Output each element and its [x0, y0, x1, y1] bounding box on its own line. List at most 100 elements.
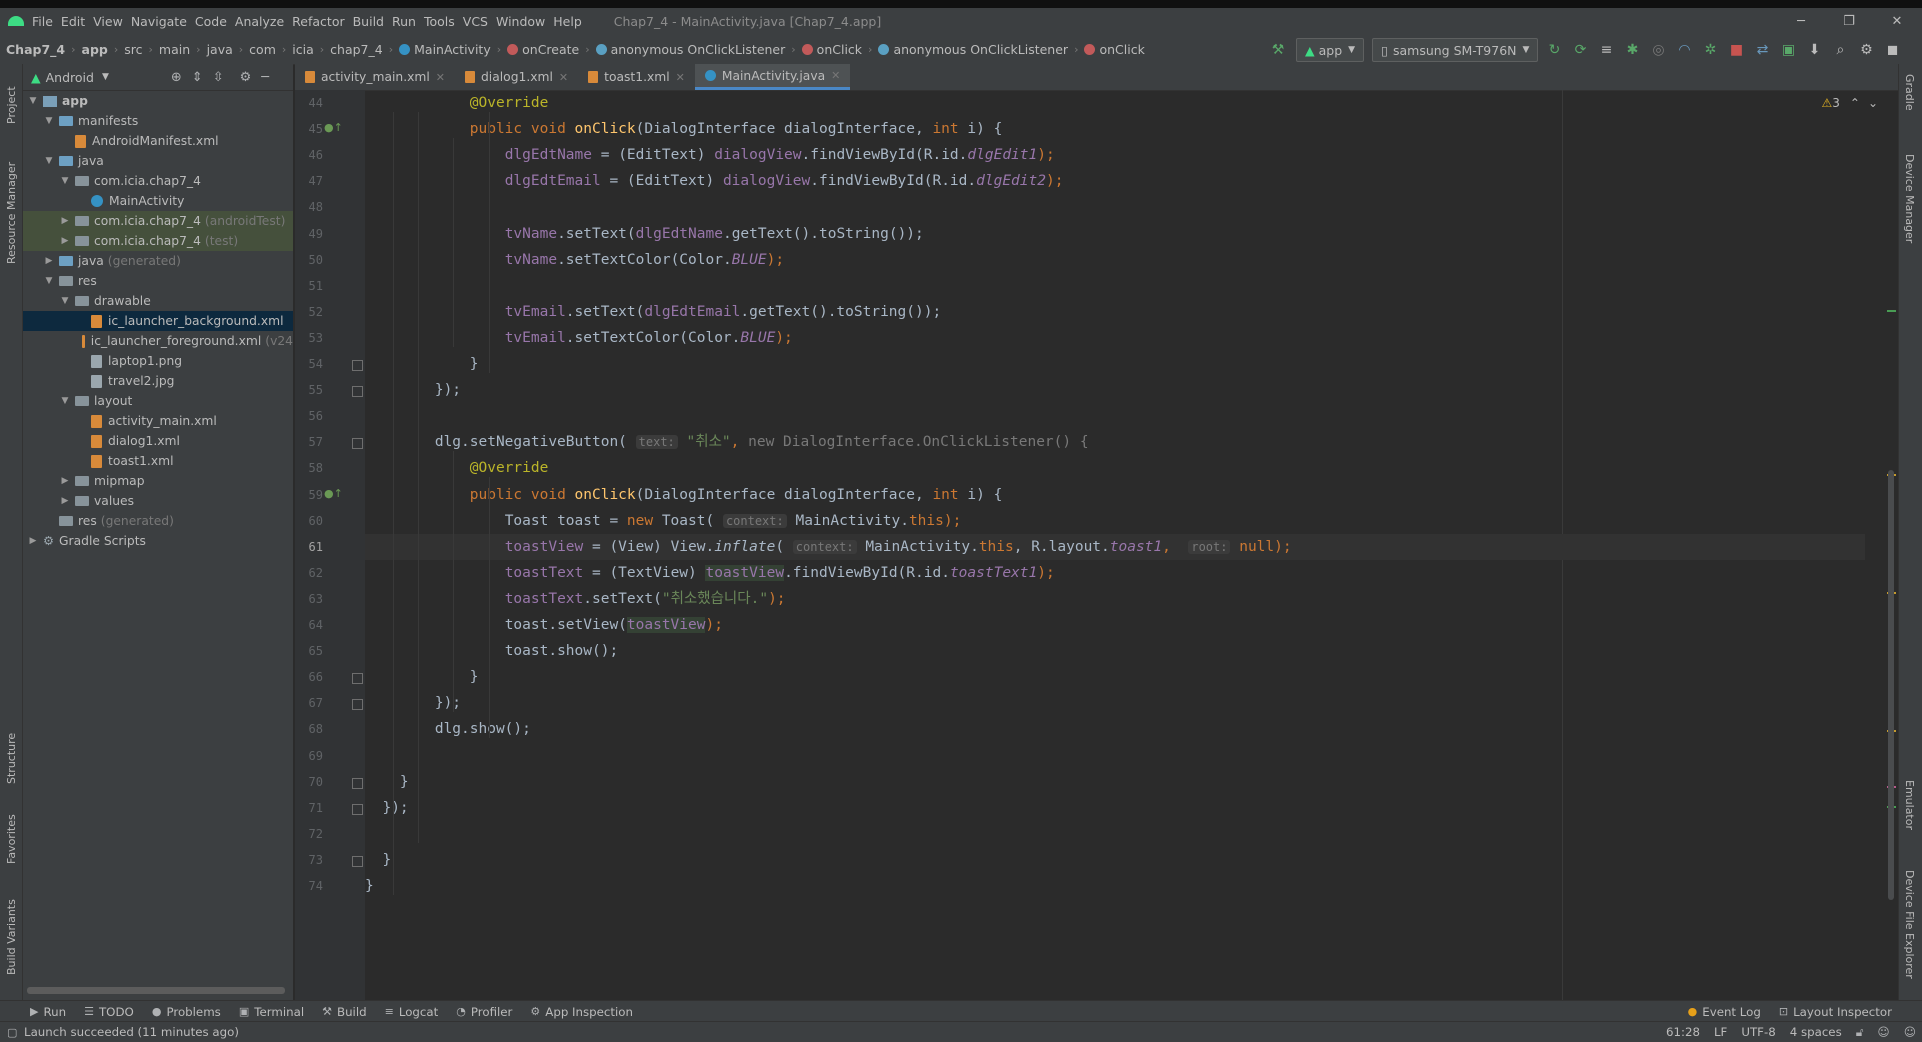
menu-view[interactable]: View — [93, 14, 123, 29]
breadcrumb-item[interactable]: icia › — [292, 42, 324, 57]
tool-window-logcat[interactable]: ≡ Logcat — [385, 1005, 439, 1019]
tree-item[interactable]: AndroidManifest.xml — [23, 131, 293, 151]
chevron-down-icon[interactable]: ▼ — [59, 296, 71, 306]
search-icon[interactable]: ⌕ — [1830, 40, 1850, 60]
breadcrumb-item[interactable]: onClick — [1084, 42, 1145, 57]
project-view-select[interactable]: ▲ Android ▼ — [31, 70, 109, 85]
close-tab-icon[interactable]: ✕ — [436, 71, 445, 84]
sync-gradle-icon[interactable]: ⇄ — [1752, 40, 1772, 60]
tool-window-app-inspection[interactable]: ⚙ App Inspection — [530, 1005, 633, 1019]
fold-marker-icon[interactable] — [352, 386, 363, 398]
apply-changes-icon[interactable]: ↻ — [1544, 40, 1564, 60]
attach-debugger-icon[interactable]: ◠ — [1674, 40, 1694, 60]
menu-refactor[interactable]: Refactor — [292, 14, 344, 29]
chevron-right-icon[interactable]: ▶ — [59, 476, 71, 486]
tree-item[interactable]: ▼ com.icia.chap7_4 — [23, 171, 293, 191]
tab-favorites[interactable]: Favorites — [0, 804, 22, 864]
tree-item[interactable]: ic_launcher_foreground.xml (v24 — [23, 331, 293, 351]
tree-item[interactable]: ▶ values — [23, 491, 293, 511]
chevron-right-icon[interactable]: ▶ — [59, 236, 71, 246]
tool-window-problems[interactable]: ● Problems — [152, 1005, 221, 1019]
collapse-all-icon[interactable]: ⇳ — [213, 70, 224, 85]
user-icon[interactable]: ◼ — [1882, 40, 1902, 60]
close-window-button[interactable]: ✕ — [1874, 8, 1920, 34]
status-message[interactable]: Launch succeeded (11 minutes ago) — [24, 1025, 239, 1039]
chevron-down-icon[interactable]: ▼ — [43, 116, 55, 126]
menu-window[interactable]: Window — [496, 14, 545, 29]
fold-marker-icon[interactable] — [352, 438, 363, 450]
tree-item[interactable]: travel2.jpg — [23, 371, 293, 391]
menu-vcs[interactable]: VCS — [463, 14, 488, 29]
device-select[interactable]: ▯ samsung SM-T976N ▼ — [1372, 38, 1539, 62]
override-marker-icon[interactable]: ●↑ — [324, 487, 343, 500]
menu-navigate[interactable]: Navigate — [131, 14, 187, 29]
tree-item[interactable]: ic_launcher_background.xml — [23, 311, 293, 331]
run-tasks-icon[interactable]: ≡ — [1596, 40, 1616, 60]
breadcrumb-item[interactable]: Chap7_4 › — [6, 42, 76, 57]
inspection-widget[interactable]: ⚠3 ⌃ ⌄ — [1821, 96, 1878, 110]
lock-icon[interactable]: 🔓︎ — [1856, 1025, 1864, 1040]
tab-structure[interactable]: Structure — [0, 724, 22, 784]
chevron-down-icon[interactable]: ▼ — [43, 276, 55, 286]
breadcrumb-item[interactable]: java › — [207, 42, 244, 57]
breadcrumb-item[interactable]: anonymous OnClickListener › — [878, 42, 1078, 57]
chevron-down-icon[interactable]: ▼ — [59, 176, 71, 186]
tool-window-todo[interactable]: ☰ TODO — [84, 1005, 134, 1019]
previous-highlight-icon[interactable]: ⌃ — [1850, 96, 1860, 110]
notifications-icon[interactable]: ☺ — [1904, 1025, 1916, 1039]
next-highlight-icon[interactable]: ⌄ — [1868, 96, 1878, 110]
hammer-build-icon[interactable]: ⚒ — [1268, 40, 1288, 60]
close-tab-icon[interactable]: ✕ — [559, 71, 568, 84]
tree-item[interactable]: activity_main.xml — [23, 411, 293, 431]
line-separator[interactable]: LF — [1714, 1025, 1727, 1039]
override-marker-icon[interactable]: ●↑ — [324, 121, 343, 134]
hide-icon[interactable]: ─ — [261, 70, 269, 85]
tree-item[interactable]: ▼ drawable — [23, 291, 293, 311]
tree-item[interactable]: ▼ res — [23, 271, 293, 291]
menu-file[interactable]: File — [32, 14, 53, 29]
tree-item[interactable]: ▼ app — [23, 91, 293, 111]
menu-help[interactable]: Help — [553, 14, 582, 29]
memory-indicator-icon[interactable]: ☺ — [1877, 1025, 1889, 1039]
tree-item[interactable]: ▶ com.icia.chap7_4 (androidTest) — [23, 211, 293, 231]
tree-item[interactable]: ▶ java (generated) — [23, 251, 293, 271]
tab-project[interactable]: Project — [0, 72, 22, 132]
breadcrumb-item[interactable]: onClick › — [801, 42, 872, 57]
editor-tab[interactable]: MainActivity.java ✕ — [694, 64, 851, 90]
menu-edit[interactable]: Edit — [61, 14, 85, 29]
breadcrumb-item[interactable]: onCreate › — [507, 42, 590, 57]
menu-analyze[interactable]: Analyze — [235, 14, 284, 29]
menu-build[interactable]: Build — [353, 14, 384, 29]
locate-icon[interactable]: ⊕ — [171, 70, 182, 85]
chevron-right-icon[interactable]: ▶ — [27, 536, 39, 546]
fold-marker-icon[interactable] — [352, 803, 363, 815]
tab-resource-manager[interactable]: Resource Manager — [0, 154, 22, 264]
restore-button[interactable]: ❐ — [1826, 8, 1872, 34]
status-toggle-icon[interactable]: ▢ — [7, 1026, 17, 1039]
close-tab-icon[interactable]: ✕ — [676, 71, 685, 84]
tree-item[interactable]: res (generated) — [23, 511, 293, 531]
menu-run[interactable]: Run — [392, 14, 416, 29]
tree-item[interactable]: MainActivity — [23, 191, 293, 211]
horizontal-scrollbar[interactable] — [27, 987, 285, 994]
tool-window-run[interactable]: ▶ Run — [30, 1005, 66, 1019]
tree-item[interactable]: ▶ com.icia.chap7_4 (test) — [23, 231, 293, 251]
tab-build-variants[interactable]: Build Variants — [0, 890, 22, 975]
debug-icon[interactable]: ✱ — [1622, 40, 1642, 60]
tree-item[interactable]: ▼ java — [23, 151, 293, 171]
tree-item[interactable]: ▼ manifests — [23, 111, 293, 131]
file-encoding[interactable]: UTF-8 — [1741, 1025, 1775, 1039]
breadcrumb-item[interactable]: src › — [124, 42, 153, 57]
chevron-right-icon[interactable]: ▶ — [43, 256, 55, 266]
chevron-right-icon[interactable]: ▶ — [59, 496, 71, 506]
apply-code-changes-icon[interactable]: ⟳ — [1570, 40, 1590, 60]
run-coverage-icon[interactable]: ✲ — [1700, 40, 1720, 60]
fold-marker-icon[interactable] — [352, 855, 363, 867]
breadcrumb-item[interactable]: com › — [249, 42, 286, 57]
editor-vertical-scrollbar[interactable] — [1884, 90, 1898, 1000]
chevron-down-icon[interactable]: ▼ — [59, 396, 71, 406]
expand-all-icon[interactable]: ⇕ — [192, 70, 203, 85]
chevron-right-icon[interactable]: ▶ — [59, 216, 71, 226]
breadcrumb-item[interactable]: chap7_4 › — [330, 42, 393, 57]
tree-item[interactable]: ▶ mipmap — [23, 471, 293, 491]
